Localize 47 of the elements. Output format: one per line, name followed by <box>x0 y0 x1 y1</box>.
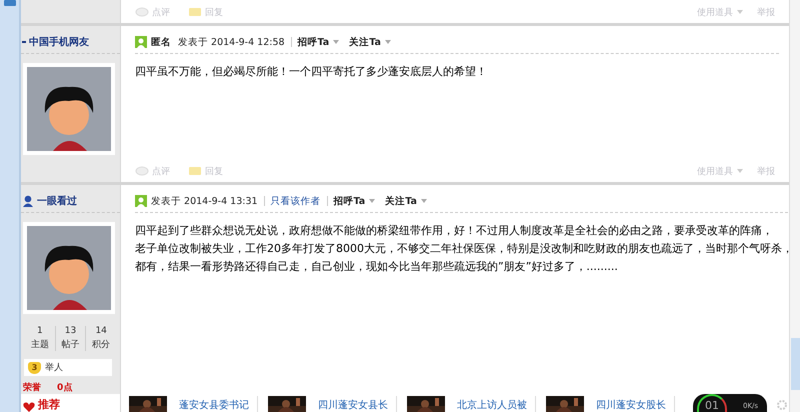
recommend-label: 推荐 <box>38 398 60 412</box>
greet-link[interactable]: 招呼Ta <box>298 36 330 48</box>
post-time: 发表于 2014-9-4 12:58 <box>178 36 285 48</box>
post-text: 都有，结果一看形势路还得自己走，自己创业，现如今比当年那些疏远我的”朋友”好过多了，......... <box>135 259 619 275</box>
caret-icon <box>384 40 391 44</box>
follow-link[interactable]: 关注Ta <box>385 194 417 208</box>
author-name[interactable]: 一眼看过 <box>37 194 77 208</box>
stat-value: 14 <box>95 326 107 336</box>
stat-value: 1 <box>36 326 43 336</box>
stat-label: 积分 <box>92 338 110 351</box>
stat-label: 帖子 <box>62 338 80 351</box>
author-label: 匿名 <box>151 36 171 48</box>
post-text: 四平起到了些群众想说无处说，政府想做不能做的桥梁纽带作用，好！不过用人制度改革是全社会的必由之路，要承受改革的阵痛， <box>135 223 774 239</box>
heart-icon <box>23 402 35 412</box>
honor-value: 0点 <box>57 381 72 394</box>
gear-icon[interactable] <box>777 400 787 410</box>
author-name[interactable]: 中国手机网友 <box>29 35 89 49</box>
post-text: 老子单位改制被失业，工作20多年打发了8000大元，不够交二年社保医保，特别是没改制和吃财政的朋友也疏远了，当时那个气呀杀， <box>135 241 793 257</box>
user-icon <box>135 195 147 207</box>
speed-ring: 01 <box>697 394 727 412</box>
recommend-link[interactable]: 蓬安女县委书记 <box>179 400 249 412</box>
window-icon[interactable] <box>4 0 16 6</box>
recommend-link[interactable]: 四川蓬安女县长 <box>318 400 388 412</box>
follow-link[interactable]: 关注Ta <box>349 36 381 48</box>
reply-icon <box>188 7 202 17</box>
rank-badge: 3 <box>28 362 41 374</box>
stat-value: 13 <box>64 326 76 336</box>
recommend-link[interactable]: 四川蓬安女股长 <box>596 400 666 412</box>
scrollbar[interactable] <box>789 0 800 412</box>
scrollbar-thumb[interactable] <box>791 338 800 390</box>
caret-icon <box>369 199 376 203</box>
caret-icon <box>737 169 743 173</box>
rank-title: 举人 <box>45 362 63 374</box>
post-time: 发表于 2014-9-4 13:31 <box>151 194 258 208</box>
caret-icon <box>333 40 340 44</box>
only-author-link[interactable]: 只看该作者 <box>270 194 321 208</box>
honor-label: 荣誉 <box>23 381 41 394</box>
caret-icon <box>737 10 743 14</box>
recommend-link[interactable]: 北京上访人员被 <box>457 400 527 412</box>
post-text: 四平虽不万能，但必竭尽所能！一个四平寄托了多少蓬安底层人的希望！ <box>135 64 488 80</box>
user-icon <box>135 36 147 48</box>
caret-icon <box>420 199 427 203</box>
comment-icon <box>135 7 149 17</box>
comment-icon <box>135 166 149 176</box>
greet-link[interactable]: 招呼Ta <box>334 194 366 208</box>
stat-label: 主题 <box>30 338 49 351</box>
reply-icon <box>188 166 202 176</box>
